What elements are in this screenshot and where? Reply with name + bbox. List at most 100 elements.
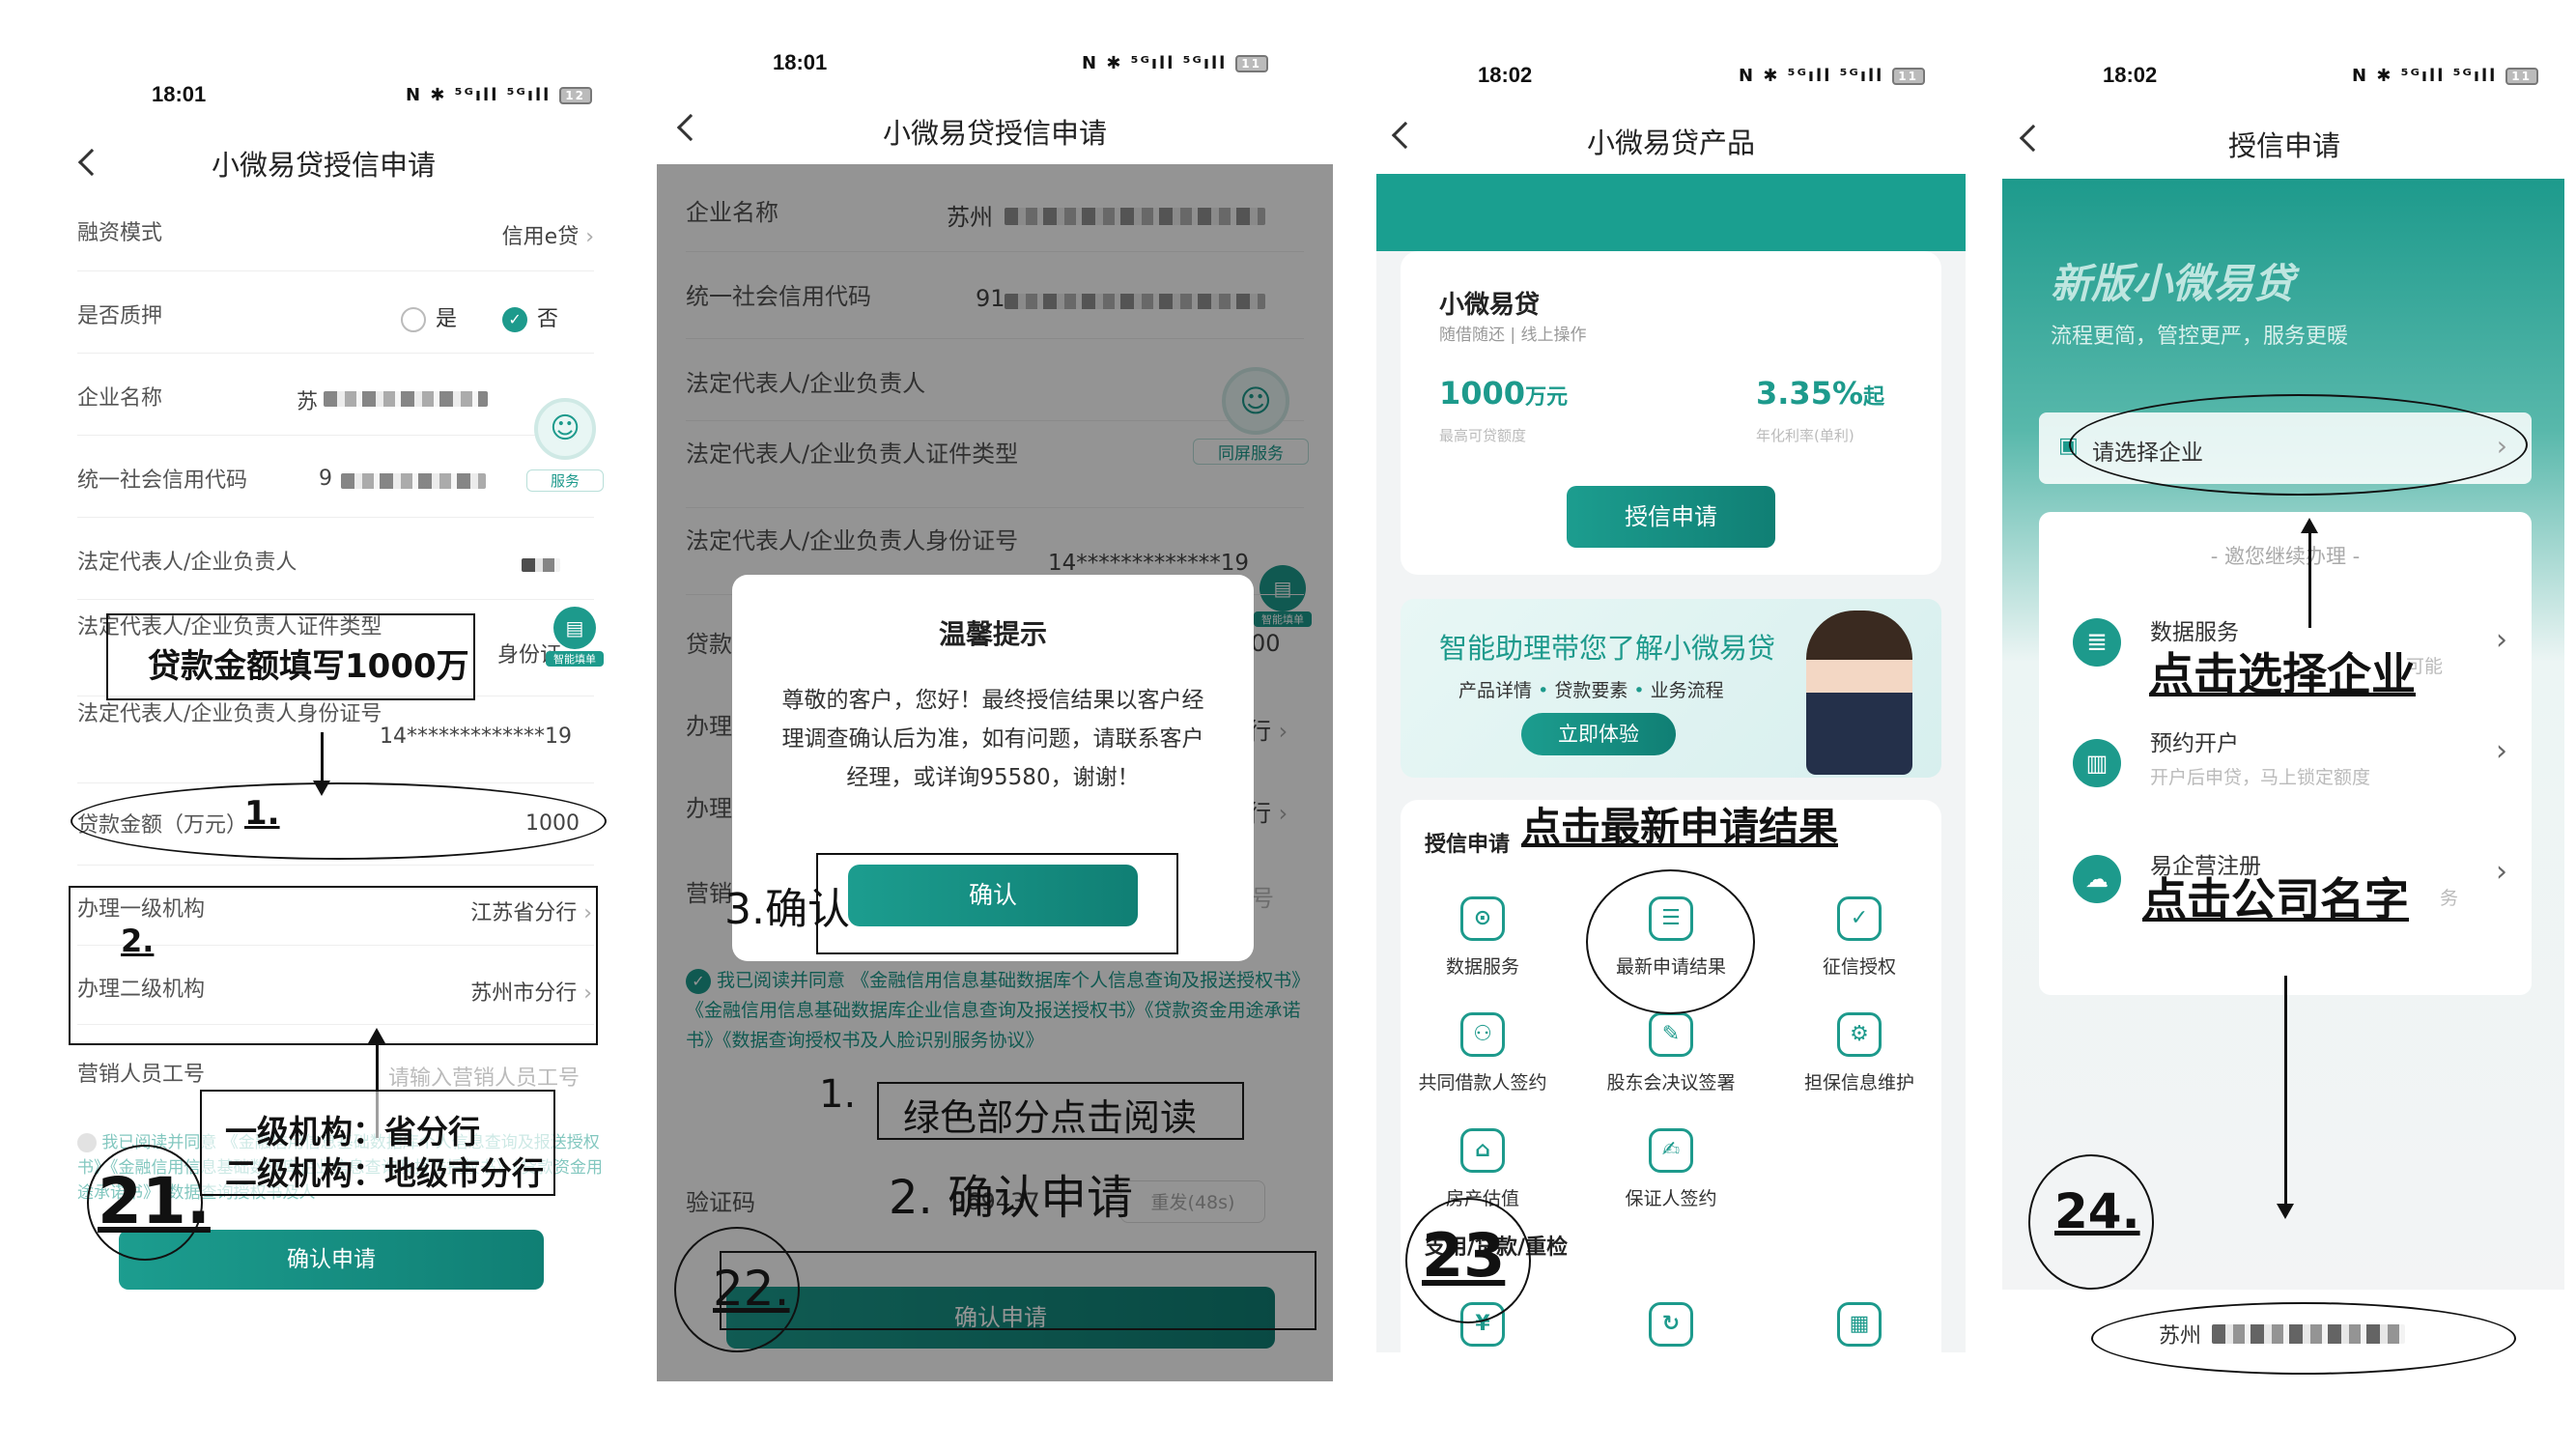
- status-icons: N ✱ ⁵ᴳıll ⁵ᴳıll 11: [2352, 66, 2538, 86]
- annotation-result-oval: [1586, 869, 1755, 1014]
- cloud-icon: ☁: [2073, 855, 2121, 903]
- service-row4-c[interactable]: ▦: [1777, 1302, 1941, 1352]
- battery-icon: 12: [558, 87, 592, 104]
- banner-headline: 智能助理带您了解小微易贷: [1439, 632, 1776, 665]
- pen-document-icon: ✍: [1649, 1128, 1693, 1173]
- assistant-banner[interactable]: 智能助理带您了解小微易贷 产品详情 • 贷款要素 • 业务流程 立即体验: [1401, 599, 1941, 778]
- blurred-company-name: [324, 391, 488, 407]
- annotation-step-number: 21.: [98, 1164, 211, 1238]
- service-guarantor-sign[interactable]: ✍ 保证人签约: [1589, 1128, 1753, 1210]
- battery-icon: 11: [1234, 55, 1268, 72]
- hero-subtitle: 流程更简，管控更严，服务更暖: [2051, 325, 2349, 349]
- annotation-confirm-box: [816, 853, 1178, 954]
- annotation-result-note: 点击最新申请结果: [1521, 804, 1838, 850]
- company-name-value: 苏: [297, 390, 319, 414]
- battery-icon: 11: [1891, 68, 1925, 85]
- agreement-checkbox[interactable]: [77, 1133, 97, 1152]
- financing-mode-select[interactable]: 信用e贷: [502, 219, 594, 250]
- annotation-org-note-1: 一级机构：省分行: [225, 1113, 480, 1151]
- item-open-account[interactable]: ▥ 预约开户 开户后申贷，马上锁定额度 ›: [2039, 720, 2532, 826]
- document-sign-icon: ✎: [1649, 1012, 1693, 1057]
- service-guarantee-info[interactable]: ⚙ 担保信息维护: [1777, 1012, 1941, 1094]
- blurred-credit-code: [341, 473, 486, 489]
- service-shareholder[interactable]: ✎ 股东会决议签署: [1589, 1012, 1753, 1094]
- service-row4-b[interactable]: ↻: [1589, 1302, 1753, 1352]
- page-title: 小微易贷产品: [1586, 127, 1755, 159]
- screenshot-panel-4: 18:02 N ✱ ⁵ᴳıll ⁵ᴳıll 11 授信申请 新版小微易贷 流程更…: [1995, 29, 2574, 1381]
- page-title: 小微易贷授信申请: [211, 149, 436, 182]
- service-property-valuation[interactable]: ⌂ 房产估值: [1401, 1128, 1565, 1210]
- content-area: 小微易贷 随借随还 | 线上操作 1000万元 最高可贷额度 3.35%起 年化…: [1376, 174, 1966, 1352]
- screenshot-panel-3: 18:02 N ✱ ⁵ᴳıll ⁵ᴳıll 11 小微易贷产品 小微易贷 随借随…: [1372, 29, 1970, 1352]
- annotation-select-note: 点击选择企业: [2149, 648, 2416, 700]
- shield-search-icon: ⊙: [1460, 896, 1505, 941]
- annotation-amount-oval: [71, 782, 607, 860]
- house-icon: ⌂: [1460, 1128, 1505, 1173]
- annotation-company-note: 点击公司名字: [2142, 873, 2409, 925]
- label-financing-mode: 融资模式: [77, 221, 163, 245]
- dialog-title: 温馨提示: [938, 618, 1047, 650]
- smart-fill-bubble[interactable]: ▤ 智能填单: [546, 607, 604, 674]
- annotation-arrow-down: [2277, 976, 2294, 1219]
- status-time: 18:02: [2103, 63, 2158, 87]
- radio-no-checked[interactable]: ✓: [502, 307, 528, 332]
- id-number-value: 14*************19: [380, 724, 572, 749]
- try-now-button[interactable]: 立即体验: [1521, 713, 1676, 755]
- section-title: 授信申请: [1425, 833, 1511, 857]
- annotation-select-oval: [2069, 394, 2528, 496]
- annotation-read-note: 绿色部分点击阅读: [903, 1096, 1198, 1139]
- screen-share-service-bubble[interactable]: ☺ 服务: [526, 398, 604, 514]
- assistant-avatar-icon: [1806, 611, 1912, 775]
- annotation-step1: 1.: [244, 794, 280, 833]
- annotation-step-number: 24.: [2054, 1183, 2140, 1239]
- chevron-right-icon: ›: [2496, 734, 2507, 768]
- annotation-amount-note: 贷款金额填写1000万: [148, 647, 469, 686]
- label-legal-rep: 法定代表人/企业负责人: [77, 551, 297, 575]
- product-subtitle: 随借随还 | 线上操作: [1439, 326, 1587, 345]
- annotation-org-box: [69, 886, 598, 1045]
- shield-check-icon: ✓: [1837, 896, 1882, 941]
- agent-avatar-icon: ☺: [534, 398, 596, 460]
- annotation-apply-box: [720, 1251, 1316, 1330]
- battery-icon: 11: [2505, 68, 2538, 85]
- annotation-org-note-2: 二级机构：地级市分行: [225, 1154, 544, 1192]
- smart-fill-icon: ▤: [553, 607, 596, 649]
- refresh-icon: ↻: [1649, 1302, 1693, 1347]
- pledge-options: 是 ✓ 否: [401, 301, 558, 332]
- service-data[interactable]: ⊙ 数据服务: [1401, 896, 1565, 979]
- annotation-confirm-note: 3.确认: [724, 885, 850, 934]
- chevron-right-icon: ›: [2496, 623, 2507, 657]
- chevron-right-icon: ›: [2496, 855, 2507, 889]
- label-pledge: 是否质押: [77, 304, 163, 328]
- credit-apply-button[interactable]: 授信申请: [1567, 486, 1775, 548]
- status-time: 18:02: [1478, 63, 1533, 87]
- annotation-step-number: 23: [1422, 1220, 1506, 1291]
- max-amount-label: 最高可贷额度: [1439, 427, 1527, 444]
- product-name: 小微易贷: [1439, 291, 1541, 320]
- radio-yes[interactable]: [401, 307, 426, 332]
- people-icon: ⚇: [1460, 1012, 1505, 1057]
- annotation-step-number: 22.: [713, 1261, 790, 1317]
- annotation-company-oval: [2091, 1302, 2516, 1375]
- label-company-name: 企业名称: [77, 386, 163, 411]
- product-card: 小微易贷 随借随还 | 线上操作 1000万元 最高可贷额度 3.35%起 年化…: [1401, 251, 1941, 575]
- interest-rate: 3.35%起: [1756, 375, 1885, 412]
- database-icon: ≣: [2073, 618, 2121, 667]
- document-settings-icon: ⚙: [1837, 1012, 1882, 1057]
- status-time: 18:01: [773, 50, 828, 74]
- annotation-step2: 2.: [121, 923, 155, 959]
- screenshot-panel-1: 18:01 N ✱ ⁵ᴳıll ⁵ᴳıll 12 小微易贷授信申请 融资模式 信…: [34, 29, 613, 1343]
- service-credit-auth[interactable]: ✓ 征信授权: [1777, 896, 1941, 979]
- bank-icon: ▥: [2073, 739, 2121, 787]
- service-co-borrower[interactable]: ⚇ 共同借款人签约: [1401, 1012, 1565, 1094]
- status-icons: N ✱ ⁵ᴳıll ⁵ᴳıll 12: [406, 85, 592, 105]
- label-credit-code: 统一社会信用代码: [77, 469, 248, 493]
- staff-id-input[interactable]: 请输入营销人员工号: [388, 1061, 580, 1092]
- max-amount: 1000万元: [1439, 375, 1569, 412]
- status-icons: N ✱ ⁵ᴳıll ⁵ᴳıll 11: [1739, 66, 1925, 86]
- credit-code-value: 9: [319, 467, 332, 491]
- annotation-arrow-down: [313, 732, 330, 796]
- dialog-body: 尊敬的客户，您好！最终授信结果以客户经理调查确认后为准，如有问题，请联系客户经理…: [781, 688, 1204, 790]
- annotation-read-step: 1.: [819, 1072, 857, 1117]
- review-icon: ▦: [1837, 1302, 1882, 1347]
